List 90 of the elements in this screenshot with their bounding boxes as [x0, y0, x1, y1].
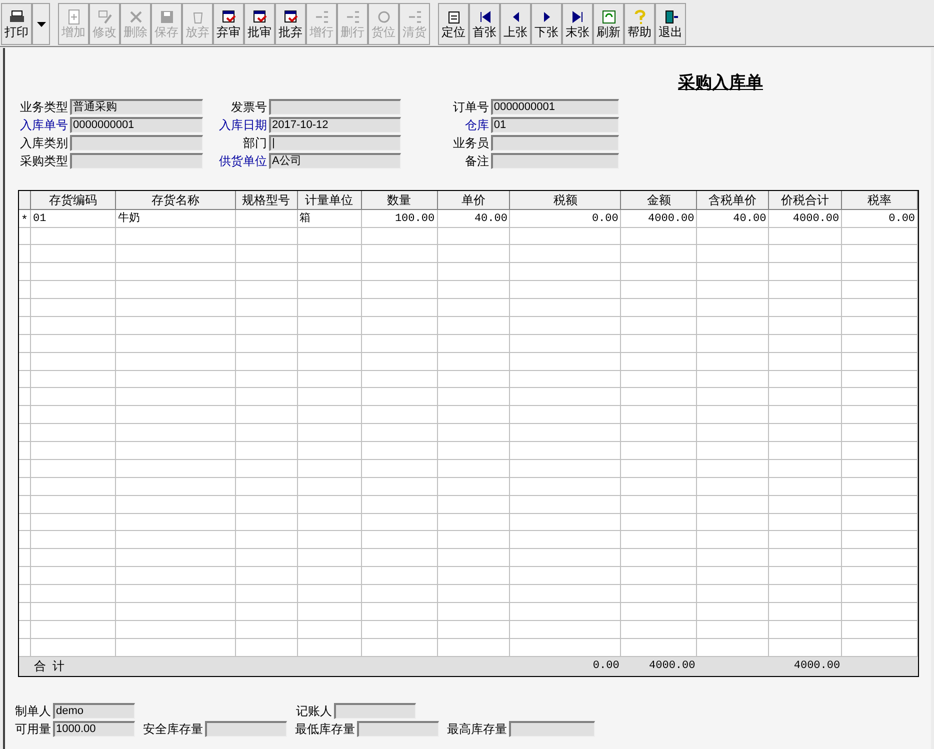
- column-header[interactable]: 价税合计: [769, 190, 842, 208]
- column-header[interactable]: 单价: [438, 190, 510, 208]
- refresh-icon: [600, 9, 616, 25]
- field-label: 可用量: [15, 720, 51, 738]
- column-header[interactable]: 数量: [362, 190, 438, 208]
- field-label: 最低库存量: [295, 720, 355, 738]
- document-icon: [446, 9, 462, 25]
- rows-icon: [344, 9, 360, 25]
- pencil-icon: [96, 9, 112, 25]
- caret-icon: [36, 22, 46, 26]
- field-label: 制单人: [15, 702, 51, 720]
- table-cell: 4000.00: [621, 210, 698, 226]
- toolbar-button[interactable]: 下张: [531, 3, 562, 45]
- input-field[interactable]: [490, 134, 619, 150]
- table-cell: 箱: [298, 210, 362, 226]
- field-label: 采购类型: [19, 152, 68, 170]
- field-label: 业务员: [452, 134, 489, 152]
- column-header[interactable]: 计量单位: [298, 190, 362, 208]
- table-cell: 01: [30, 210, 116, 226]
- column-header[interactable]: 税率: [842, 190, 918, 208]
- field-label: 业务类型: [19, 98, 68, 116]
- close-icon: [128, 9, 144, 25]
- column-header[interactable]: 含税单价: [697, 190, 770, 208]
- field-label: 安全库存量: [143, 720, 203, 738]
- input-field[interactable]: [357, 720, 439, 736]
- field-label: 订单号: [452, 98, 489, 116]
- toolbar-button[interactable]: 弃审: [213, 3, 244, 45]
- toolbar-button[interactable]: 批审: [244, 3, 275, 45]
- field-label: 入库类别: [19, 134, 68, 152]
- checked-window-icon: [282, 9, 298, 25]
- input-field[interactable]: [205, 720, 287, 736]
- add-document-icon: [66, 9, 82, 25]
- table-cell: 4000.00: [769, 210, 842, 226]
- toolbar-button[interactable]: 定位: [438, 3, 469, 45]
- field-label: 记账人: [296, 702, 332, 720]
- rows-icon: [406, 9, 422, 25]
- total-cell-text: 4000.00: [648, 658, 696, 674]
- column-header[interactable]: 税额: [510, 190, 622, 208]
- input-field[interactable]: [70, 152, 203, 168]
- field-label: 最高库存量: [447, 720, 507, 738]
- toolbar-button[interactable]: 退出: [655, 3, 686, 45]
- input-field[interactable]: 1000.00: [53, 720, 135, 736]
- input-field[interactable]: [490, 152, 619, 168]
- checked-window-icon: [252, 9, 268, 25]
- input-field[interactable]: 0000000001: [490, 98, 619, 114]
- column-header[interactable]: 存货名称: [116, 190, 236, 208]
- field-label: 备注: [464, 152, 489, 170]
- field-label: 发票号: [230, 98, 267, 116]
- table-cell: 40.00: [697, 210, 770, 226]
- field-label: 供货单位: [218, 152, 267, 170]
- table-cell: 100.00: [362, 210, 438, 226]
- toolbar-button[interactable]: 打印: [1, 3, 32, 45]
- input-field[interactable]: 2017-10-12: [269, 116, 401, 132]
- input-field[interactable]: [334, 702, 416, 718]
- toolbar-button[interactable]: 批弃: [275, 3, 306, 45]
- input-field[interactable]: [269, 98, 401, 114]
- total-cell-text: 0.00: [592, 658, 620, 674]
- input-field[interactable]: demo: [53, 702, 135, 718]
- table-cell: 40.00: [438, 210, 510, 226]
- door-exit-icon: [662, 9, 678, 25]
- column-header[interactable]: 金额: [621, 190, 698, 208]
- dropdown-button[interactable]: [32, 3, 50, 45]
- toolbar-button[interactable]: 末张: [562, 3, 593, 45]
- input-field[interactable]: |: [269, 134, 401, 150]
- table-cell: 0.00: [842, 210, 918, 226]
- table-cell: 牛奶: [116, 210, 236, 226]
- toolbar-button[interactable]: 刷新: [593, 3, 624, 45]
- totals-label: 合 计: [32, 658, 66, 674]
- input-field[interactable]: [70, 134, 203, 150]
- last-arrow-icon: [570, 9, 586, 25]
- field-label: 部门: [242, 134, 267, 152]
- total-cell-text: 4000.00: [792, 658, 842, 674]
- column-header[interactable]: 存货编码: [30, 190, 116, 208]
- circle-icon: [376, 9, 392, 25]
- input-field[interactable]: 01: [490, 116, 619, 132]
- rows-icon: [314, 9, 330, 25]
- column-header[interactable]: 规格型号: [236, 190, 298, 208]
- input-field[interactable]: A公司: [269, 152, 401, 168]
- input-field[interactable]: [509, 720, 595, 736]
- field-label: 入库单号: [19, 116, 68, 134]
- printer-icon: [8, 9, 24, 25]
- checked-window-icon: [220, 9, 236, 25]
- toolbar-button[interactable]: 帮助: [624, 3, 655, 45]
- toolbar-button[interactable]: 首张: [469, 3, 500, 45]
- toolbar-button[interactable]: 上张: [500, 3, 531, 45]
- form-title: 采购入库单: [678, 72, 763, 94]
- table-cell: 0.00: [510, 210, 622, 226]
- input-field[interactable]: 0000000001: [70, 116, 203, 132]
- field-label: 仓库: [464, 116, 489, 134]
- field-label: 入库日期: [218, 116, 267, 134]
